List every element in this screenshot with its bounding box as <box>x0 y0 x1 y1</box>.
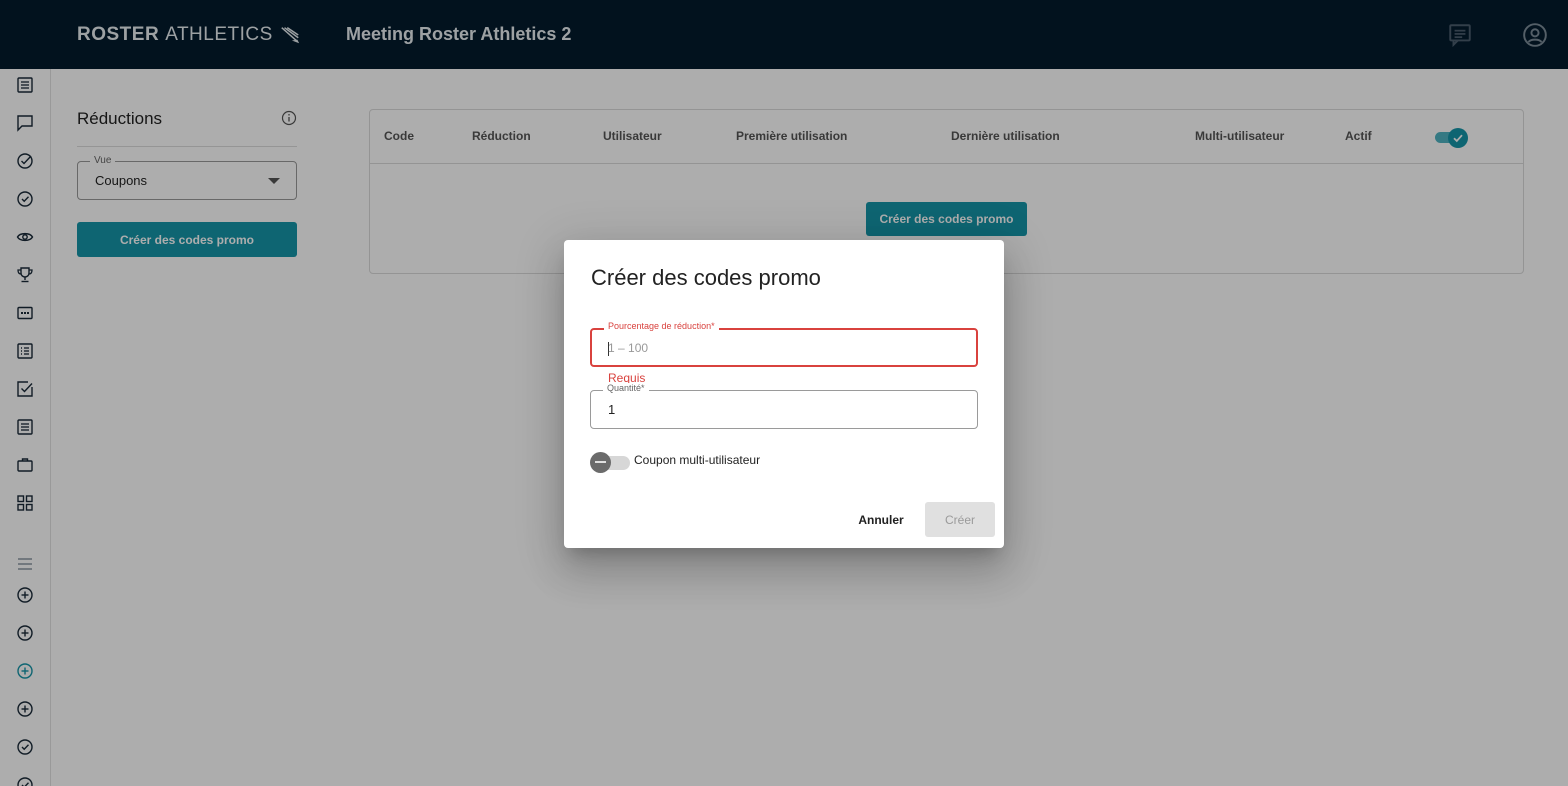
multi-user-label: Coupon multi-utilisateur <box>634 453 761 467</box>
multi-user-toggle[interactable] <box>590 450 632 473</box>
toggle-thumb <box>590 452 611 473</box>
cancel-button[interactable]: Annuler <box>848 503 914 537</box>
discount-percentage-placeholder: 1 – 100 <box>608 341 649 355</box>
create-button[interactable]: Créer <box>925 502 995 537</box>
discount-percentage-label: Pourcentage de réduction* <box>604 321 719 331</box>
discount-percentage-field[interactable]: Pourcentage de réduction* 1 – 100 <box>590 321 978 367</box>
create-promo-dialog: Créer des codes promo Pourcentage de réd… <box>564 240 1004 548</box>
quantity-label: Quantité* <box>603 383 649 393</box>
dialog-title: Créer des codes promo <box>591 265 821 290</box>
quantity-field[interactable]: Quantité* 1 <box>590 383 978 429</box>
quantity-value: 1 <box>608 402 616 417</box>
